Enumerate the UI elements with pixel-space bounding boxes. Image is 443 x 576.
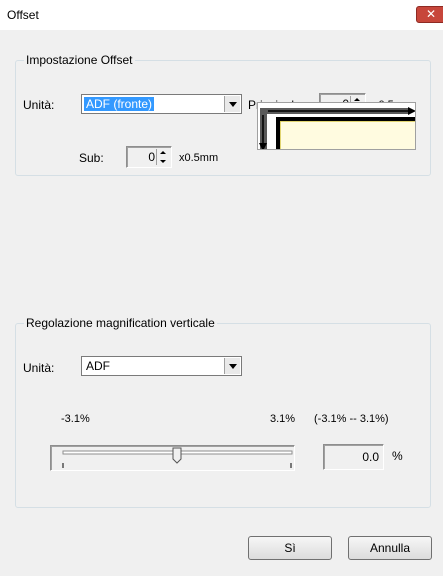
magnification-value-unit: % [392, 449, 403, 463]
window-title: Offset [7, 8, 39, 22]
slider-thumb[interactable] [172, 447, 182, 464]
offset-unit-label: Unità: [23, 98, 55, 112]
offset-unit-value: ADF (fronte) [84, 97, 155, 111]
spin-down-icon[interactable] [160, 160, 166, 163]
magnification-slider[interactable] [50, 445, 295, 471]
magnification-value: 0.0 [362, 450, 379, 464]
magnification-group: Regolazione magnification verticale [15, 316, 431, 508]
magnification-unit-value: ADF [86, 359, 110, 373]
offset-unit-select[interactable]: ADF (fronte) [81, 94, 242, 114]
offset-diagram [257, 102, 416, 150]
magnification-unit-label: Unità: [23, 361, 55, 375]
slider-track [62, 447, 293, 468]
chevron-down-icon[interactable] [224, 358, 240, 374]
sub-offset-label: Sub: [79, 151, 104, 165]
slider-max-label: 3.1% [270, 413, 296, 425]
sub-offset-spinner[interactable]: 0 [126, 146, 172, 168]
chevron-down-icon[interactable] [224, 96, 240, 112]
magnification-value-field[interactable]: 0.0 [323, 444, 384, 470]
slider-min-label: -3.1% [61, 413, 90, 425]
close-button[interactable]: ✕ [416, 6, 443, 23]
magnification-unit-select[interactable]: ADF [81, 356, 242, 376]
cancel-button[interactable]: Annulla [348, 536, 432, 560]
magnification-group-legend: Regolazione magnification verticale [26, 316, 215, 330]
close-icon: ✕ [425, 7, 437, 21]
spin-up-icon[interactable] [354, 98, 360, 101]
offset-group-legend: Impostazione Offset [26, 53, 133, 67]
yes-button[interactable]: Sì [248, 536, 332, 560]
sub-offset-unit: x0.5mm [179, 152, 219, 164]
title-bar: Offset ✕ [0, 0, 443, 30]
sub-offset-value: 0 [148, 150, 155, 164]
spin-up-icon[interactable] [160, 151, 166, 154]
slider-range-label: (-3.1% -- 3.1%) [314, 413, 389, 425]
offset-arrows-icon [258, 103, 415, 149]
spinner-buttons[interactable] [156, 149, 169, 165]
